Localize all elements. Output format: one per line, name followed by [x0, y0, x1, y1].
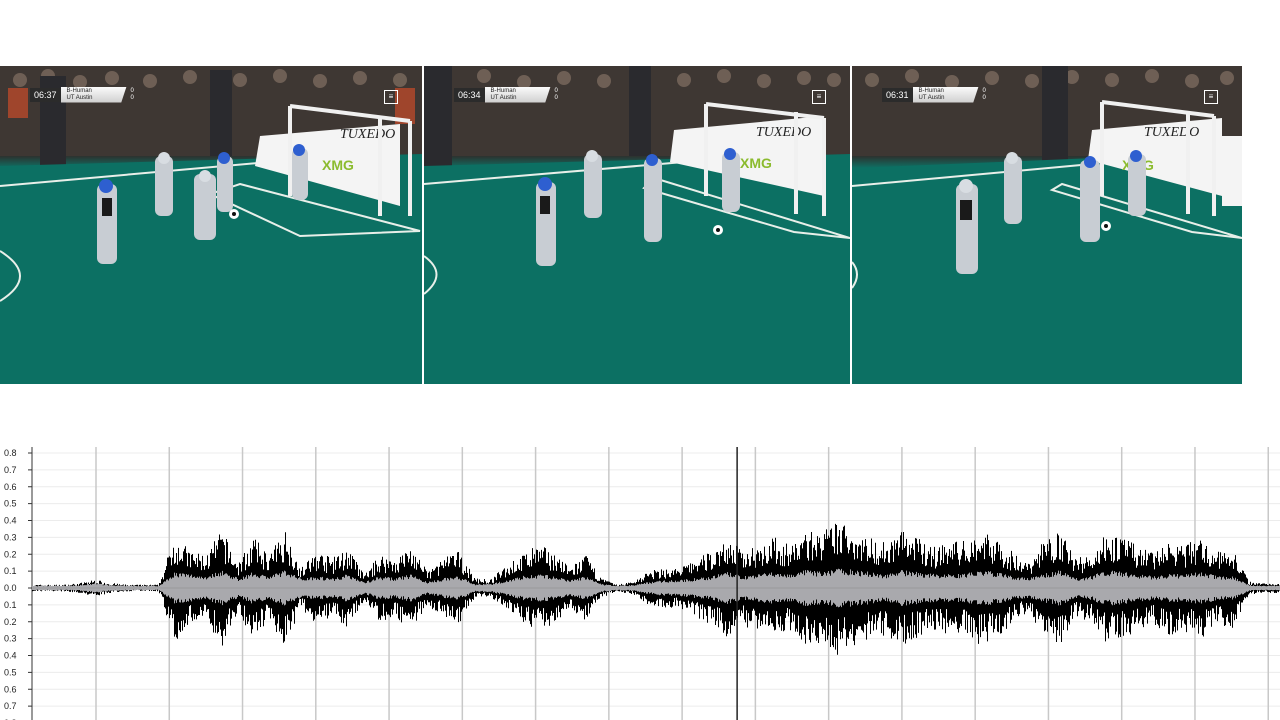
y-tick-label: 0.6 [4, 684, 17, 694]
svg-text:XMG: XMG [322, 157, 354, 173]
svg-text:TUXEDO: TUXEDO [1144, 125, 1199, 140]
y-tick-label: 0.7 [4, 465, 17, 475]
score-home: 0 [982, 87, 986, 94]
score-home: 0 [130, 87, 134, 94]
svg-text:TUXEDO: TUXEDO [756, 125, 811, 140]
team-away: UT Austin [66, 94, 93, 101]
score-away: 0 [130, 94, 134, 101]
waveform-signal [32, 523, 1280, 655]
score-away: 0 [982, 94, 986, 101]
match-clock: 06:34 [454, 87, 485, 102]
y-tick-label: 0.6 [4, 482, 17, 492]
broadcast-logo-icon: ≡ [1204, 90, 1218, 104]
y-tick-label: 0.3 [4, 532, 17, 542]
scoreboard-3: 06:31 B-Human UT Austin 0 0 [882, 86, 986, 103]
frame-3-scene: TUXEDO XMG [852, 66, 1242, 384]
team-scores: 0 0 [131, 88, 134, 102]
video-frame-3: TUXEDO XMG 06:31 B-Human UT Austin 0 0 ≡ [852, 66, 1242, 384]
svg-text:TUXEDO: TUXEDO [340, 127, 395, 142]
team-away: UT Austin [490, 94, 517, 101]
y-tick-label: 0.0 [4, 583, 17, 593]
y-tick-label: 0.5 [4, 499, 17, 509]
audio-waveform[interactable]: 0.8 0.7 0.6 0.5 0.4 0.3 0.2 0.1 0.0 0.1 0.2 0.3 0.4 0… [0, 447, 1280, 720]
team-names: B-Human UT Austin [484, 86, 551, 103]
team-home: B-Human [918, 87, 944, 94]
team-home: B-Human [66, 87, 92, 94]
scoreboard-1: 06:37 B-Human UT Austin 0 0 [30, 86, 134, 103]
y-tick-label: 0.1 [4, 566, 17, 576]
scoreboard-2: 06:34 B-Human UT Austin 0 0 [454, 86, 558, 103]
match-clock: 06:37 [30, 87, 61, 102]
video-frame-2: TUXEDO XMG 06:34 B-Human UT Austin 0 0 ≡ [424, 66, 850, 384]
y-tick-label: 0.8 [4, 448, 17, 458]
score-away: 0 [554, 94, 558, 101]
y-tick-label: 0.1 [4, 600, 17, 610]
y-tick-label: 0.3 [4, 634, 17, 644]
svg-text:XMG: XMG [740, 155, 772, 171]
y-tick-label: 0.4 [4, 651, 17, 661]
video-frame-1: TUXEDO XMG 06:37 B-Human UT Austin 0 0 ≡ [0, 66, 422, 384]
y-tick-label: 0.2 [4, 617, 17, 627]
team-names: B-Human UT Austin [912, 86, 979, 103]
y-tick-label: 0.5 [4, 667, 17, 677]
team-scores: 0 0 [983, 88, 986, 102]
team-away: UT Austin [918, 94, 945, 101]
y-tick-label: 0.4 [4, 516, 17, 526]
y-tick-label: 0.2 [4, 549, 17, 559]
team-names: B-Human UT Austin [60, 86, 127, 103]
score-home: 0 [554, 87, 558, 94]
broadcast-logo-icon: ≡ [384, 90, 398, 104]
team-home: B-Human [490, 87, 516, 94]
frame-2-scene: TUXEDO XMG [424, 66, 850, 384]
frame-1-scene: TUXEDO XMG [0, 66, 422, 384]
team-scores: 0 0 [555, 88, 558, 102]
broadcast-logo-icon: ≡ [812, 90, 826, 104]
y-tick-label: 0.7 [4, 701, 17, 711]
waveform-y-axis: 0.8 0.7 0.6 0.5 0.4 0.3 0.2 0.1 0.0 0.1 0.2 0.3 0.4 0… [4, 447, 33, 720]
match-clock: 06:31 [882, 87, 913, 102]
